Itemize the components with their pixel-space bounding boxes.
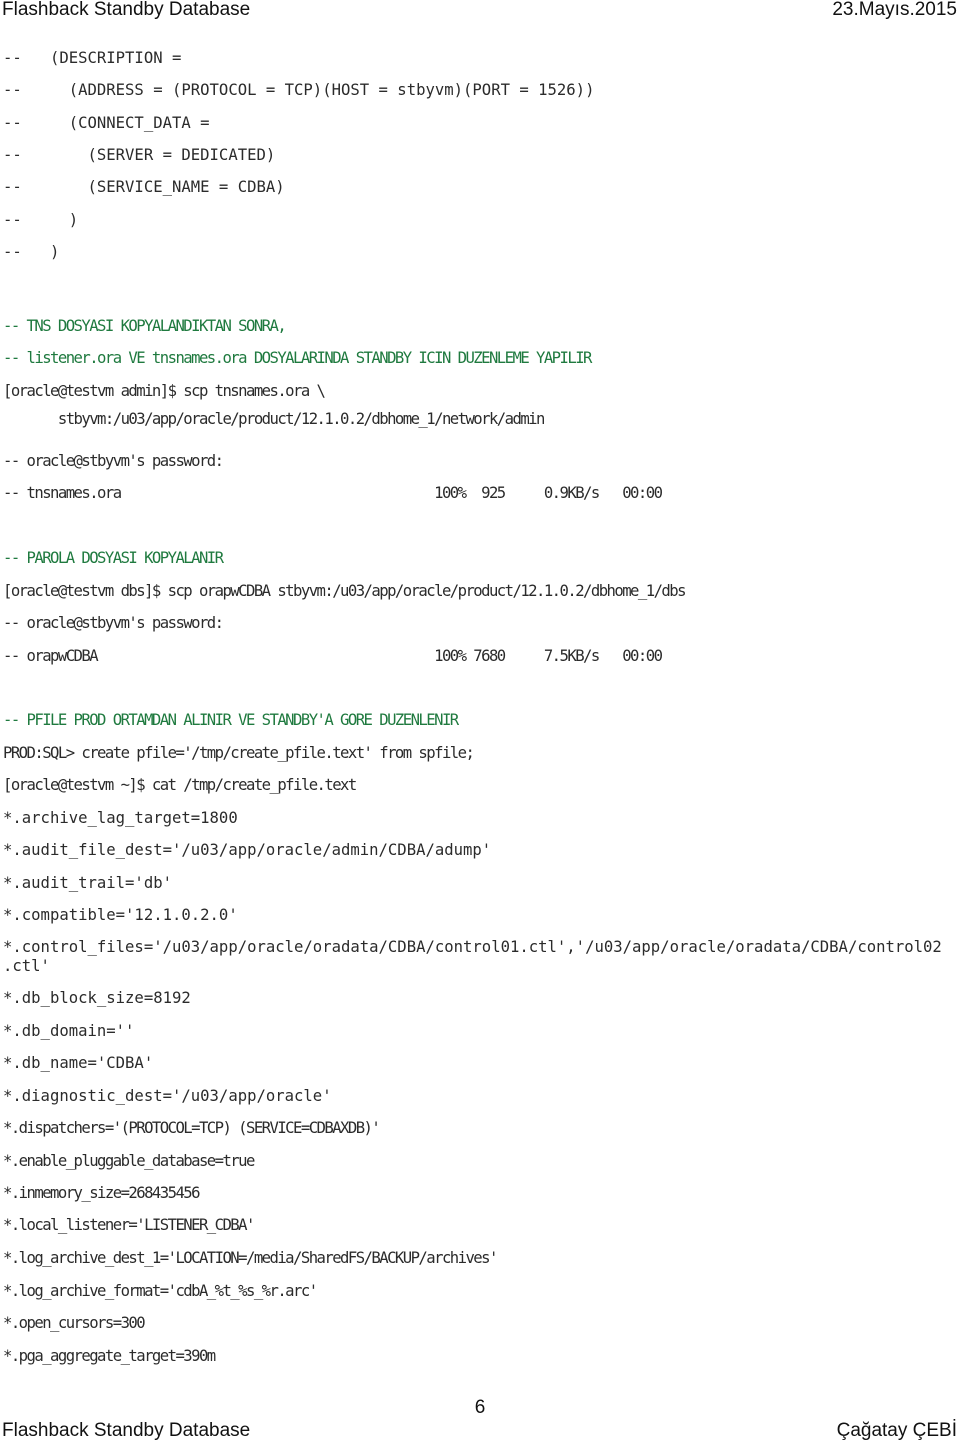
comment-line: -- listener.ora VE tnsnames.ora DOSYALAR…	[3, 349, 592, 367]
pfile-param-line: *.db_block_size=8192	[3, 989, 191, 1007]
output-line: -- oracle@stbyvm's password:	[3, 614, 224, 632]
code-line: -- (ADDRESS = (PROTOCOL = TCP)(HOST = st…	[3, 81, 595, 99]
pfile-param-line: *.enable_pluggable_database=true	[3, 1152, 255, 1170]
pfile-param-line: *.control_files='/u03/app/oracle/oradata…	[3, 938, 942, 956]
footer-author: Çağatay ÇEBİ	[836, 1420, 957, 1441]
code-line: -- (SERVER = DEDICATED)	[3, 146, 276, 164]
comment-line: -- TNS DOSYASI KOPYALANDIKTAN SONRA,	[3, 317, 287, 335]
pfile-param-line: *.audit_trail='db'	[3, 874, 172, 892]
pfile-param-line: *.log_archive_format='cdbA_%t_%s_%r.arc'	[3, 1282, 318, 1300]
sql-command-line: PROD:SQL> create pfile='/tmp/create_pfil…	[3, 744, 475, 762]
pfile-param-line: *.audit_file_dest='/u03/app/oracle/admin…	[3, 841, 492, 859]
code-line: -- (DESCRIPTION =	[3, 49, 182, 67]
pfile-param-line: *.db_name='CDBA'	[3, 1054, 154, 1072]
pfile-param-line: *.compatible='12.1.0.2.0'	[3, 906, 238, 924]
shell-command-line: [oracle@testvm dbs]$ scp orapwCDBA stbyv…	[3, 582, 686, 600]
code-block: -- (DESCRIPTION = -- (ADDRESS = (PROTOCO…	[3, 0, 960, 1365]
comment-line: -- PAROLA DOSYASI KOPYALANIR	[3, 549, 224, 567]
pfile-param-line: .ctl'	[3, 957, 50, 975]
pfile-param-line: *.open_cursors=300	[3, 1314, 146, 1332]
footer-title: Flashback Standby Database	[2, 1420, 251, 1441]
page-number: 6	[474, 1397, 486, 1418]
output-line: -- oracle@stbyvm's password:	[3, 452, 224, 470]
shell-command-line: [oracle@testvm ~]$ cat /tmp/create_pfile…	[3, 776, 357, 794]
pfile-param-line: *.diagnostic_dest='/u03/app/oracle'	[3, 1087, 332, 1105]
code-line: -- )	[3, 243, 60, 261]
pfile-param-line: *.pga_aggregate_target=390m	[3, 1347, 216, 1365]
comment-line: -- PFILE PROD ORTAMDAN ALINIR VE STANDBY…	[3, 711, 459, 729]
shell-command-line: [oracle@testvm admin]$ scp tnsnames.ora …	[3, 382, 326, 400]
pfile-param-line: *.db_domain=''	[3, 1022, 135, 1040]
transfer-status-line: -- tnsnames.ora 100% 925 0.9KB/s 00:00	[3, 484, 663, 502]
pfile-param-line: *.archive_lag_target=1800	[3, 809, 238, 827]
code-line: -- (CONNECT_DATA =	[3, 114, 210, 132]
code-line: -- )	[3, 211, 79, 229]
code-line: -- (SERVICE_NAME = CDBA)	[3, 178, 285, 196]
pfile-param-line: *.local_listener='LISTENER_CDBA'	[3, 1216, 255, 1234]
shell-command-line: stbyvm:/u03/app/oracle/product/12.1.0.2/…	[3, 410, 546, 428]
pfile-param-line: *.dispatchers='(PROTOCOL=TCP) (SERVICE=C…	[3, 1119, 381, 1137]
transfer-status-line: -- orapwCDBA 100% 7680 7.5KB/s 00:00	[3, 647, 663, 665]
pfile-param-line: *.log_archive_dest_1='LOCATION=/media/Sh…	[3, 1249, 498, 1267]
pfile-param-line: *.inmemory_size=268435456	[3, 1184, 201, 1202]
